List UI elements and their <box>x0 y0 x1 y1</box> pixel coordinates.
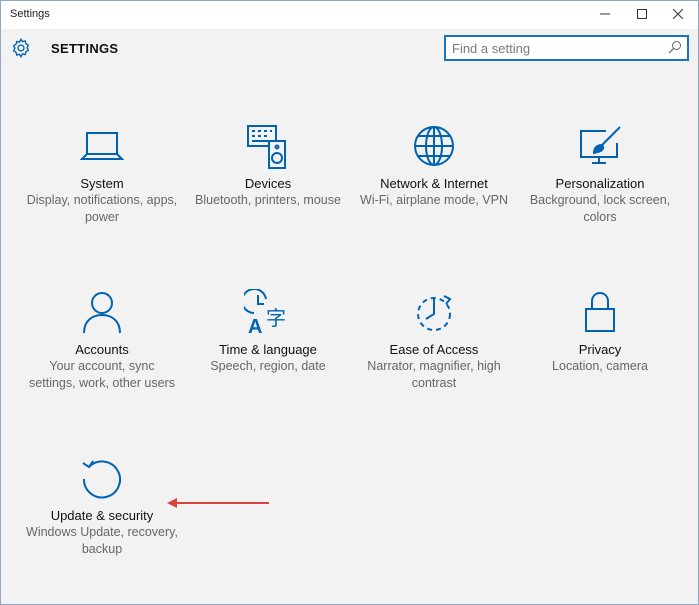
svg-text:字: 字 <box>266 306 286 330</box>
tile-description: Narrator, magnifier, high contrast <box>367 359 501 390</box>
tile-label: Ease of Access <box>389 342 479 357</box>
laptop-icon <box>79 132 125 160</box>
maximize-button[interactable] <box>625 1 659 27</box>
search-box[interactable] <box>444 35 689 61</box>
tile-label: Accounts <box>75 342 129 357</box>
svg-text:A: A <box>248 316 262 337</box>
search-icon[interactable] <box>668 40 682 54</box>
tile-label: Network & Internet <box>380 176 488 191</box>
title-bar[interactable]: Settings <box>1 1 698 29</box>
tile-label: Update & security <box>50 508 154 523</box>
tile-label: Personalization <box>555 176 645 191</box>
tile-accounts[interactable]: Accounts Your account, sync settings, wo… <box>19 289 185 392</box>
devices-icon <box>247 125 286 169</box>
tile-description: Wi-Fi, airplane mode, VPN <box>360 193 508 207</box>
ease-of-access-icon <box>417 295 452 331</box>
window-title: Settings <box>10 8 50 20</box>
time-language-icon: A 字 <box>244 289 286 337</box>
minimize-button[interactable] <box>588 1 622 27</box>
tile-description: Windows Update, recovery, backup <box>26 525 178 556</box>
search-input[interactable] <box>452 39 662 57</box>
lock-icon <box>585 292 615 332</box>
page-title: SETTINGS <box>51 41 119 56</box>
tile-label: System <box>80 176 124 191</box>
tile-devices[interactable]: Devices Bluetooth, printers, mouse <box>185 123 351 209</box>
close-button[interactable] <box>661 1 695 27</box>
tile-label: Devices <box>244 176 292 191</box>
tile-description: Display, notifications, apps, power <box>26 193 178 224</box>
annotation-arrow-icon <box>167 498 269 508</box>
minimize-icon <box>600 13 610 15</box>
paint-icon <box>580 126 621 164</box>
close-icon <box>673 9 683 19</box>
tile-privacy[interactable]: Privacy Location, camera <box>517 289 683 375</box>
tile-network-internet[interactable]: Network & Internet Wi-Fi, airplane mode,… <box>351 123 517 209</box>
tile-label: Time & language <box>219 342 317 357</box>
tile-personalization[interactable]: Personalization Background, lock screen,… <box>517 123 683 226</box>
gear-icon <box>12 37 30 59</box>
tile-ease-of-access[interactable]: Ease of Access Narrator, magnifier, high… <box>351 289 517 392</box>
globe-icon <box>414 126 454 166</box>
tile-description: Bluetooth, printers, mouse <box>195 193 341 207</box>
tile-label: Privacy <box>578 342 622 357</box>
maximize-icon <box>637 9 647 19</box>
tile-description: Location, camera <box>552 359 648 373</box>
update-icon <box>82 460 121 499</box>
tile-description: Background, lock screen, colors <box>529 193 671 224</box>
tile-update-security[interactable]: Update & security Windows Update, recove… <box>19 455 185 558</box>
tile-system[interactable]: System Display, notifications, apps, pow… <box>19 123 185 226</box>
settings-window: Settings SETTINGS Find a setting System … <box>0 0 699 605</box>
person-icon <box>83 292 121 334</box>
tile-description: Speech, region, date <box>210 359 326 373</box>
tile-time-language[interactable]: A 字 Time & language Speech, region, date <box>185 289 351 375</box>
settings-header: SETTINGS <box>1 29 698 69</box>
tile-description: Your account, sync settings, work, other… <box>29 359 175 390</box>
